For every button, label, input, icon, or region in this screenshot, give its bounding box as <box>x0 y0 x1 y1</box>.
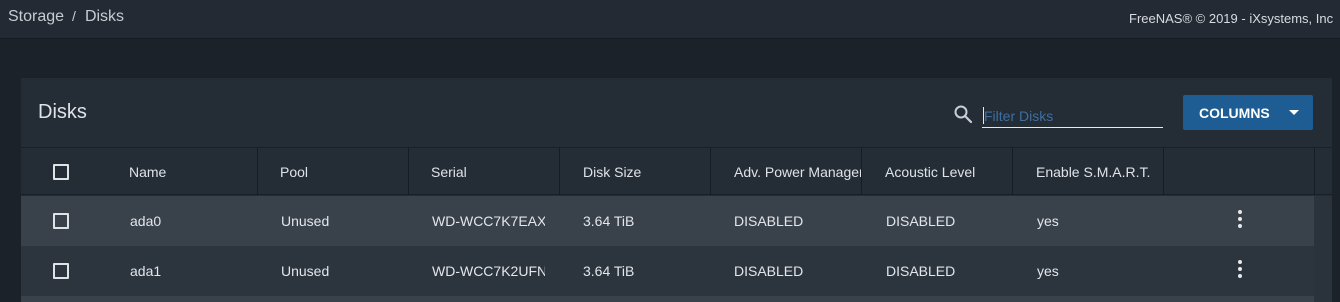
column-resizer[interactable] <box>861 148 862 195</box>
select-all-checkbox[interactable] <box>53 164 69 180</box>
table-row[interactable]: ada0 Unused WD-WCC7K7EAX 3.64 TiB DISABL… <box>21 196 1314 246</box>
breadcrumb: Storage / Disks <box>8 8 124 26</box>
caret-down-icon <box>1289 110 1299 115</box>
column-resizer[interactable] <box>710 148 711 195</box>
cell-disk-size: 3.64 TiB <box>583 263 635 279</box>
filter-disks-input[interactable] <box>982 102 1163 128</box>
column-resizer[interactable] <box>559 148 560 195</box>
column-resizer[interactable] <box>1012 148 1013 195</box>
search-icon <box>954 105 973 124</box>
table-header: Name Pool Serial Disk Size Adv. Power Ma… <box>21 147 1332 195</box>
column-resizer[interactable] <box>408 148 409 195</box>
header-serial[interactable]: Serial <box>431 148 551 195</box>
column-resizer[interactable] <box>257 148 258 195</box>
disks-table: Name Pool Serial Disk Size Adv. Power Ma… <box>21 147 1332 302</box>
columns-button-label: COLUMNS <box>1199 104 1270 121</box>
text-cursor <box>983 107 984 124</box>
card-title: Disks <box>38 101 87 123</box>
cell-serial: WD-WCC7K7EAX <box>432 213 545 229</box>
cell-disk-size: 3.64 TiB <box>583 213 635 229</box>
breadcrumb-separator: / <box>72 8 76 24</box>
more-vert-icon[interactable] <box>1230 259 1250 279</box>
cell-serial: WD-WCC7K2UFN <box>432 263 545 279</box>
cell-pool: Unused <box>281 263 330 279</box>
header-pool[interactable]: Pool <box>280 148 400 195</box>
header-disk-size[interactable]: Disk Size <box>583 148 703 195</box>
copyright-text: FreeNAS® © 2019 - iXsystems, Inc <box>1129 11 1334 26</box>
more-vert-icon[interactable] <box>1230 209 1250 229</box>
table-row-partial <box>21 296 1314 302</box>
cell-name: ada1 <box>130 263 162 279</box>
header-acoustic-level[interactable]: Acoustic Level <box>885 148 1011 195</box>
column-resizer <box>1314 148 1315 195</box>
cell-acoustic-level: DISABLED <box>886 213 956 229</box>
cell-pool: Unused <box>281 213 330 229</box>
breadcrumb-storage[interactable]: Storage <box>8 8 64 25</box>
header-name[interactable]: Name <box>129 148 249 195</box>
column-resizer[interactable] <box>1163 148 1164 195</box>
cell-enable-smart: yes <box>1037 213 1059 229</box>
cell-name: ada0 <box>130 213 162 229</box>
cell-acoustic-level: DISABLED <box>886 263 956 279</box>
breadcrumb-disks: Disks <box>84 8 125 25</box>
row-checkbox[interactable] <box>53 263 69 279</box>
row-checkbox[interactable] <box>53 213 69 229</box>
scrollbar-track[interactable] <box>1314 196 1332 302</box>
header-enable-smart[interactable]: Enable S.M.A.R.T. <box>1036 148 1162 195</box>
disks-card: Disks COLUMNS Name Pool Serial Disk Size… <box>21 78 1332 302</box>
table-row[interactable]: ada1 Unused WD-WCC7K2UFN 3.64 TiB DISABL… <box>21 246 1314 296</box>
header-adv-power-management[interactable]: Adv. Power Management <box>734 148 862 195</box>
columns-button[interactable]: COLUMNS <box>1183 95 1313 130</box>
cell-enable-smart: yes <box>1037 263 1059 279</box>
cell-adv-power-management: DISABLED <box>734 263 804 279</box>
cell-adv-power-management: DISABLED <box>734 213 804 229</box>
top-bar: Storage / Disks FreeNAS® © 2019 - iXsystem… <box>0 0 1340 39</box>
